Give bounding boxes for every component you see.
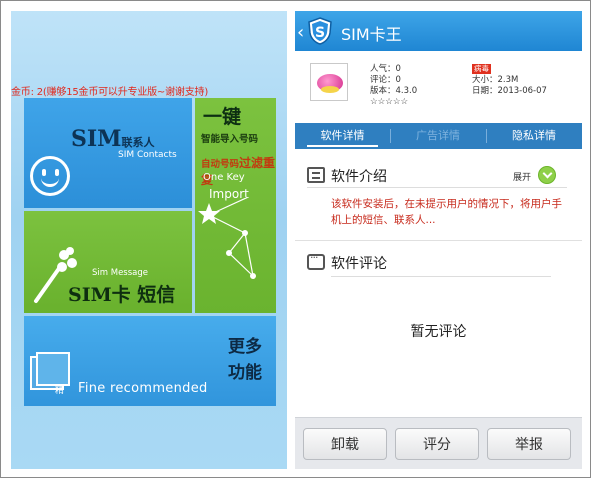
version: 版本：4.3.0 (370, 86, 418, 96)
intro-divider (307, 187, 567, 188)
contacts-title-sim: SIM (71, 126, 122, 152)
import-line-2-prefix: 自动号码 (201, 159, 240, 170)
more-features-label[interactable]: 更多功能 (228, 334, 268, 386)
virus-badge: 病毒 (472, 64, 491, 74)
smiley-icon (30, 156, 70, 196)
popularity: 人气：0 (370, 64, 401, 74)
svg-text:S: S (315, 25, 325, 41)
constellation-icon (198, 198, 256, 279)
app-stats: 人气：0 评论：0 版本：4.3.0 ☆☆☆☆☆ (370, 64, 417, 108)
coins-status: 金币: 2(赚够15金币可以升专业版~谢谢支持) (11, 87, 209, 98)
cards-icon: 精 (30, 352, 72, 396)
release-date: 日期：2013-06-07 (472, 86, 547, 96)
section-divider (295, 240, 582, 241)
tile-fine-recommended[interactable]: 精 Fine recommended 更多功能 (24, 316, 276, 406)
message-subtitle: Sim Message (92, 268, 148, 278)
contacts-title: SIM联系人 (71, 126, 155, 152)
contacts-subtitle: SIM Contacts (118, 150, 177, 160)
screenshot-frame: 金币: 2(赚够15金币可以升专业版~谢谢支持) SIM联系人 SIM Cont… (0, 0, 591, 478)
tile-sim-contacts[interactable]: SIM联系人 SIM Contacts (24, 98, 192, 208)
review-count: 评论：0 (370, 75, 401, 85)
tile-sim-message[interactable]: Sim Message SIM卡 短信 (24, 211, 192, 313)
intro-title: 软件介绍 (331, 169, 387, 185)
message-title: SIM卡 短信 (68, 284, 176, 306)
report-button[interactable]: 举报 (487, 428, 571, 460)
app-icon (310, 63, 348, 101)
sim-app-home-screen: 金币: 2(赚够15金币可以升专业版~谢谢支持) SIM联系人 SIM Cont… (11, 11, 287, 469)
import-line-1: 智能导入号码 (201, 134, 259, 145)
tab-privacy-details[interactable]: 隐私详情 (486, 123, 582, 149)
expand-chevron-icon[interactable] (538, 166, 556, 184)
tile-one-key-import[interactable]: 一键 智能导入号码 自动号码过滤重复 One Key Import (195, 98, 276, 313)
import-title: 一键 (203, 106, 242, 128)
shield-logo-icon: S (308, 17, 332, 45)
detail-panel: 软件介绍 展开 该软件安装后，在未提示用户的情况下，将用户手机上的短信、联系人.… (295, 149, 582, 417)
contacts-title-suffix: 联系人 (121, 136, 155, 149)
intro-description: 该软件安装后，在未提示用户的情况下，将用户手机上的短信、联系人... (331, 198, 562, 226)
top-bar: ‹ S SIM卡王 (295, 11, 582, 51)
fine-recommended-label: Fine recommended (78, 381, 208, 396)
app-info-card: 人气：0 评论：0 版本：4.3.0 ☆☆☆☆☆ 病毒 大小：2.3M 日期：2… (295, 51, 582, 123)
rating-stars: ☆☆☆☆☆ (370, 97, 409, 107)
tab-software-details[interactable]: 软件详情 (295, 123, 390, 149)
app-detail-screen: ‹ S SIM卡王 人气：0 评论：0 版本：4.3.0 ☆☆☆☆☆ 病毒 大小… (295, 11, 582, 469)
app-file-info: 大小：2.3M 日期：2013-06-07 (472, 75, 547, 97)
rate-button[interactable]: 评分 (395, 428, 479, 460)
action-bar: 卸载 评分 举报 (295, 417, 582, 469)
comments-title: 软件评论 (331, 256, 387, 272)
detail-tabs: 软件详情 广告详情 隐私详情 (295, 123, 582, 149)
comment-bubble-icon (307, 251, 325, 270)
no-comments-text: 暂无评论 (410, 324, 467, 340)
back-chevron-icon[interactable]: ‹ (297, 22, 304, 43)
tab-ad-details[interactable]: 广告详情 (390, 123, 486, 149)
app-title: SIM卡王 (341, 25, 402, 44)
comments-divider (331, 276, 551, 277)
file-size: 大小：2.3M (472, 75, 519, 85)
cards-icon-glyph: 精 (55, 386, 65, 396)
uninstall-button[interactable]: 卸载 (303, 428, 387, 460)
expand-label[interactable]: 展开 (513, 170, 531, 183)
document-icon (307, 167, 325, 183)
import-en-line-1: One Key (203, 172, 245, 183)
